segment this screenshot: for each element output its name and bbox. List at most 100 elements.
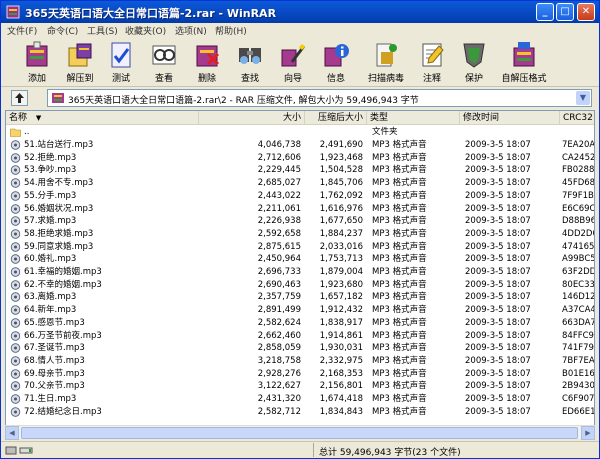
parent-folder-row[interactable]: .. 文件夹: [6, 126, 594, 138]
file-packed: 2,033,016: [319, 241, 363, 252]
file-packed: 1,923,680: [319, 279, 363, 290]
file-type: MP3 格式声音: [372, 330, 427, 341]
scroll-right-icon[interactable]: ▶: [581, 426, 595, 440]
file-modified: 2009-3-5 18:07: [465, 190, 531, 201]
scroll-left-icon[interactable]: ◀: [5, 426, 19, 440]
table-row[interactable]: 70.父亲节.mp3 3,122,627 2,156,801 MP3 格式声音 2009…: [6, 380, 594, 392]
table-row[interactable]: 53.争吵.mp3 2,229,445 1,504,528 MP3 格式声音 2009-…: [6, 164, 594, 176]
title-bar[interactable]: 365天英语口语大全日常口语篇-2.rar - WinRAR _ □ ✕: [1, 1, 599, 23]
file-modified: 2009-3-5 18:07: [465, 317, 531, 328]
table-row[interactable]: 66.万圣节前夜.mp3 2,662,460 1,914,861 MP3 格式声音 20…: [6, 330, 594, 342]
table-row[interactable]: 72.结婚纪念日.mp3 2,582,712 1,834,843 MP3 格式声音 20…: [6, 406, 594, 418]
file-modified: 2009-3-5 18:07: [465, 165, 531, 176]
file-crc: 7EA20A: [562, 140, 595, 150]
audio-file-icon: [10, 318, 21, 328]
protect-button[interactable]: 保护: [451, 40, 495, 85]
table-row[interactable]: 57.求婚.mp3 2,226,938 1,677,650 MP3 格式声音 2009-…: [6, 215, 594, 227]
table-row[interactable]: 52.拒绝.mp3 2,712,606 1,923,468 MP3 格式声音 2009-…: [6, 152, 594, 164]
file-modified: 2009-3-5 18:07: [465, 355, 531, 366]
table-row[interactable]: 65.感恩节.mp3 2,582,624 1,838,917 MP3 格式声音 2009…: [6, 317, 594, 329]
file-size: 2,712,606: [257, 152, 301, 163]
table-row[interactable]: 56.婚姻状况.mp3 2,211,061 1,616,976 MP3 格式声音 200…: [6, 203, 594, 215]
table-row[interactable]: 60.婚礼.mp3 2,450,964 1,753,713 MP3 格式声音 2009-…: [6, 253, 594, 265]
file-type: MP3 格式声音: [372, 203, 427, 214]
file-name: 70.父亲节.mp3: [24, 381, 85, 392]
column-header-type[interactable]: 类型: [367, 111, 460, 125]
menu-favorites[interactable]: 收藏夹(O): [125, 24, 166, 37]
file-size: 2,592,658: [257, 228, 301, 239]
drive-status-icon: [5, 446, 33, 455]
virus-scan-button[interactable]: 扫描病毒: [363, 40, 407, 85]
table-row[interactable]: 63.离婚.mp3 2,357,759 1,657,182 MP3 格式声音 2009-…: [6, 291, 594, 303]
file-name: 53.争吵.mp3: [24, 165, 77, 176]
up-folder-button[interactable]: [11, 90, 28, 106]
file-packed: 1,616,976: [319, 203, 363, 214]
column-header-packed[interactable]: 压缩后大小: [305, 111, 367, 125]
table-row[interactable]: 59.同意求婚.mp3 2,875,615 2,033,016 MP3 格式声音 200…: [6, 241, 594, 253]
winrar-window: 365天英语口语大全日常口语篇-2.rar - WinRAR _ □ ✕ 文件(…: [0, 0, 600, 459]
table-row[interactable]: 68.情人节.mp3 3,218,758 2,332,975 MP3 格式声音 2009…: [6, 355, 594, 367]
audio-file-icon: [10, 178, 21, 188]
file-packed: 1,674,418: [319, 394, 363, 404]
audio-file-icon: [10, 356, 21, 366]
menu-commands[interactable]: 命令(C): [47, 24, 78, 37]
table-row[interactable]: 51.站台送行.mp3 4,046,738 2,491,690 MP3 格式声音 200…: [6, 139, 595, 151]
audio-file-icon: [10, 140, 21, 150]
file-type: MP3 格式声音: [372, 241, 427, 252]
window-title: 365天英语口语大全日常口语篇-2.rar - WinRAR: [25, 7, 277, 20]
file-modified: 2009-3-5 18:07: [465, 241, 531, 252]
column-header-crc[interactable]: CRC32: [560, 111, 594, 125]
menu-bar: 文件(F) 命令(C) 工具(S) 收藏夹(O) 选项(N) 帮助(H): [1, 23, 599, 38]
table-row[interactable]: 64.新年.mp3 2,891,499 1,912,432 MP3 格式声音 2009-…: [6, 304, 595, 316]
file-name: 63.离婚.mp3: [24, 292, 77, 303]
file-packed: 1,884,237: [319, 228, 363, 239]
file-packed: 1,677,650: [319, 216, 363, 227]
table-row[interactable]: 54.用舍不专.mp3 2,685,027 1,845,706 MP3 格式声音 200…: [6, 177, 594, 189]
table-row[interactable]: 67.圣诞节.mp3 2,858,059 1,930,031 MP3 格式声音 2009…: [6, 342, 594, 354]
file-type: MP3 格式声音: [372, 152, 427, 163]
column-name-label: 名称: [9, 113, 28, 123]
file-crc: A37CA4: [562, 305, 595, 316]
winrar-app-icon: [6, 5, 20, 19]
menu-options[interactable]: 选项(N): [175, 24, 207, 37]
file-modified: 2009-3-5 18:07: [465, 279, 531, 290]
path-dropdown[interactable]: 365天英语口语大全日常口语篇-2.rar\2 - RAR 压缩文件, 解包大小…: [47, 89, 592, 107]
file-modified: 2009-3-5 18:07: [465, 203, 531, 214]
table-row[interactable]: 58.拒绝求婚.mp3 2,592,658 1,884,237 MP3 格式声音 200…: [6, 228, 594, 240]
info-button[interactable]: 信息: [313, 40, 357, 85]
file-size: 2,685,027: [257, 178, 301, 189]
file-size: 3,218,758: [257, 355, 301, 366]
file-packed: 2,332,975: [319, 355, 363, 366]
sfx-button[interactable]: 自解压格式: [501, 40, 547, 85]
file-packed: 1,879,004: [319, 267, 363, 277]
table-row[interactable]: 71.生日.mp3 2,431,320 1,674,418 MP3 格式声音 2009-…: [6, 393, 594, 405]
table-row[interactable]: 62.不幸的婚姻.mp3 2,690,463 1,923,680 MP3 格式声音 20…: [6, 279, 594, 291]
column-header-modified[interactable]: 修改时间: [460, 111, 560, 125]
horizontal-scrollbar[interactable]: ◀ ▶: [5, 425, 595, 440]
chevron-down-icon[interactable]: ▼: [576, 91, 590, 105]
audio-file-icon: [10, 241, 21, 252]
file-packed: 2,491,690: [319, 140, 363, 150]
file-size: 2,431,320: [257, 394, 301, 404]
close-button[interactable]: ✕: [577, 3, 595, 21]
column-header-size[interactable]: 大小: [199, 111, 305, 125]
menu-tools[interactable]: 工具(S): [87, 24, 118, 37]
sort-arrow-icon: ▼: [35, 114, 42, 122]
maximize-button[interactable]: □: [556, 3, 574, 21]
table-row[interactable]: 61.幸福的婚姻.mp3 2,696,733 1,879,004 MP3 格式声音 20…: [6, 266, 594, 278]
table-row[interactable]: 69.母亲节.mp3 2,928,276 2,168,353 MP3 格式声音 2009…: [6, 368, 594, 380]
menu-help[interactable]: 帮助(H): [215, 24, 247, 37]
table-row[interactable]: 55.分手.mp3 2,443,022 1,762,092 MP3 格式声音 2009-…: [6, 190, 594, 202]
minimize-button[interactable]: _: [536, 3, 554, 21]
audio-file-icon: [10, 267, 21, 277]
extract-to-icon: [68, 43, 92, 67]
menu-file[interactable]: 文件(F): [7, 24, 37, 37]
folder-icon: [10, 128, 21, 137]
test-icon: [111, 42, 131, 68]
file-packed: 1,762,092: [319, 190, 363, 201]
file-type: MP3 格式声音: [372, 381, 427, 392]
column-header-name[interactable]: 名称 ▼: [6, 111, 199, 125]
audio-file-icon: [10, 191, 21, 201]
file-type: MP3 格式声音: [372, 355, 427, 366]
scroll-thumb[interactable]: [21, 427, 578, 439]
